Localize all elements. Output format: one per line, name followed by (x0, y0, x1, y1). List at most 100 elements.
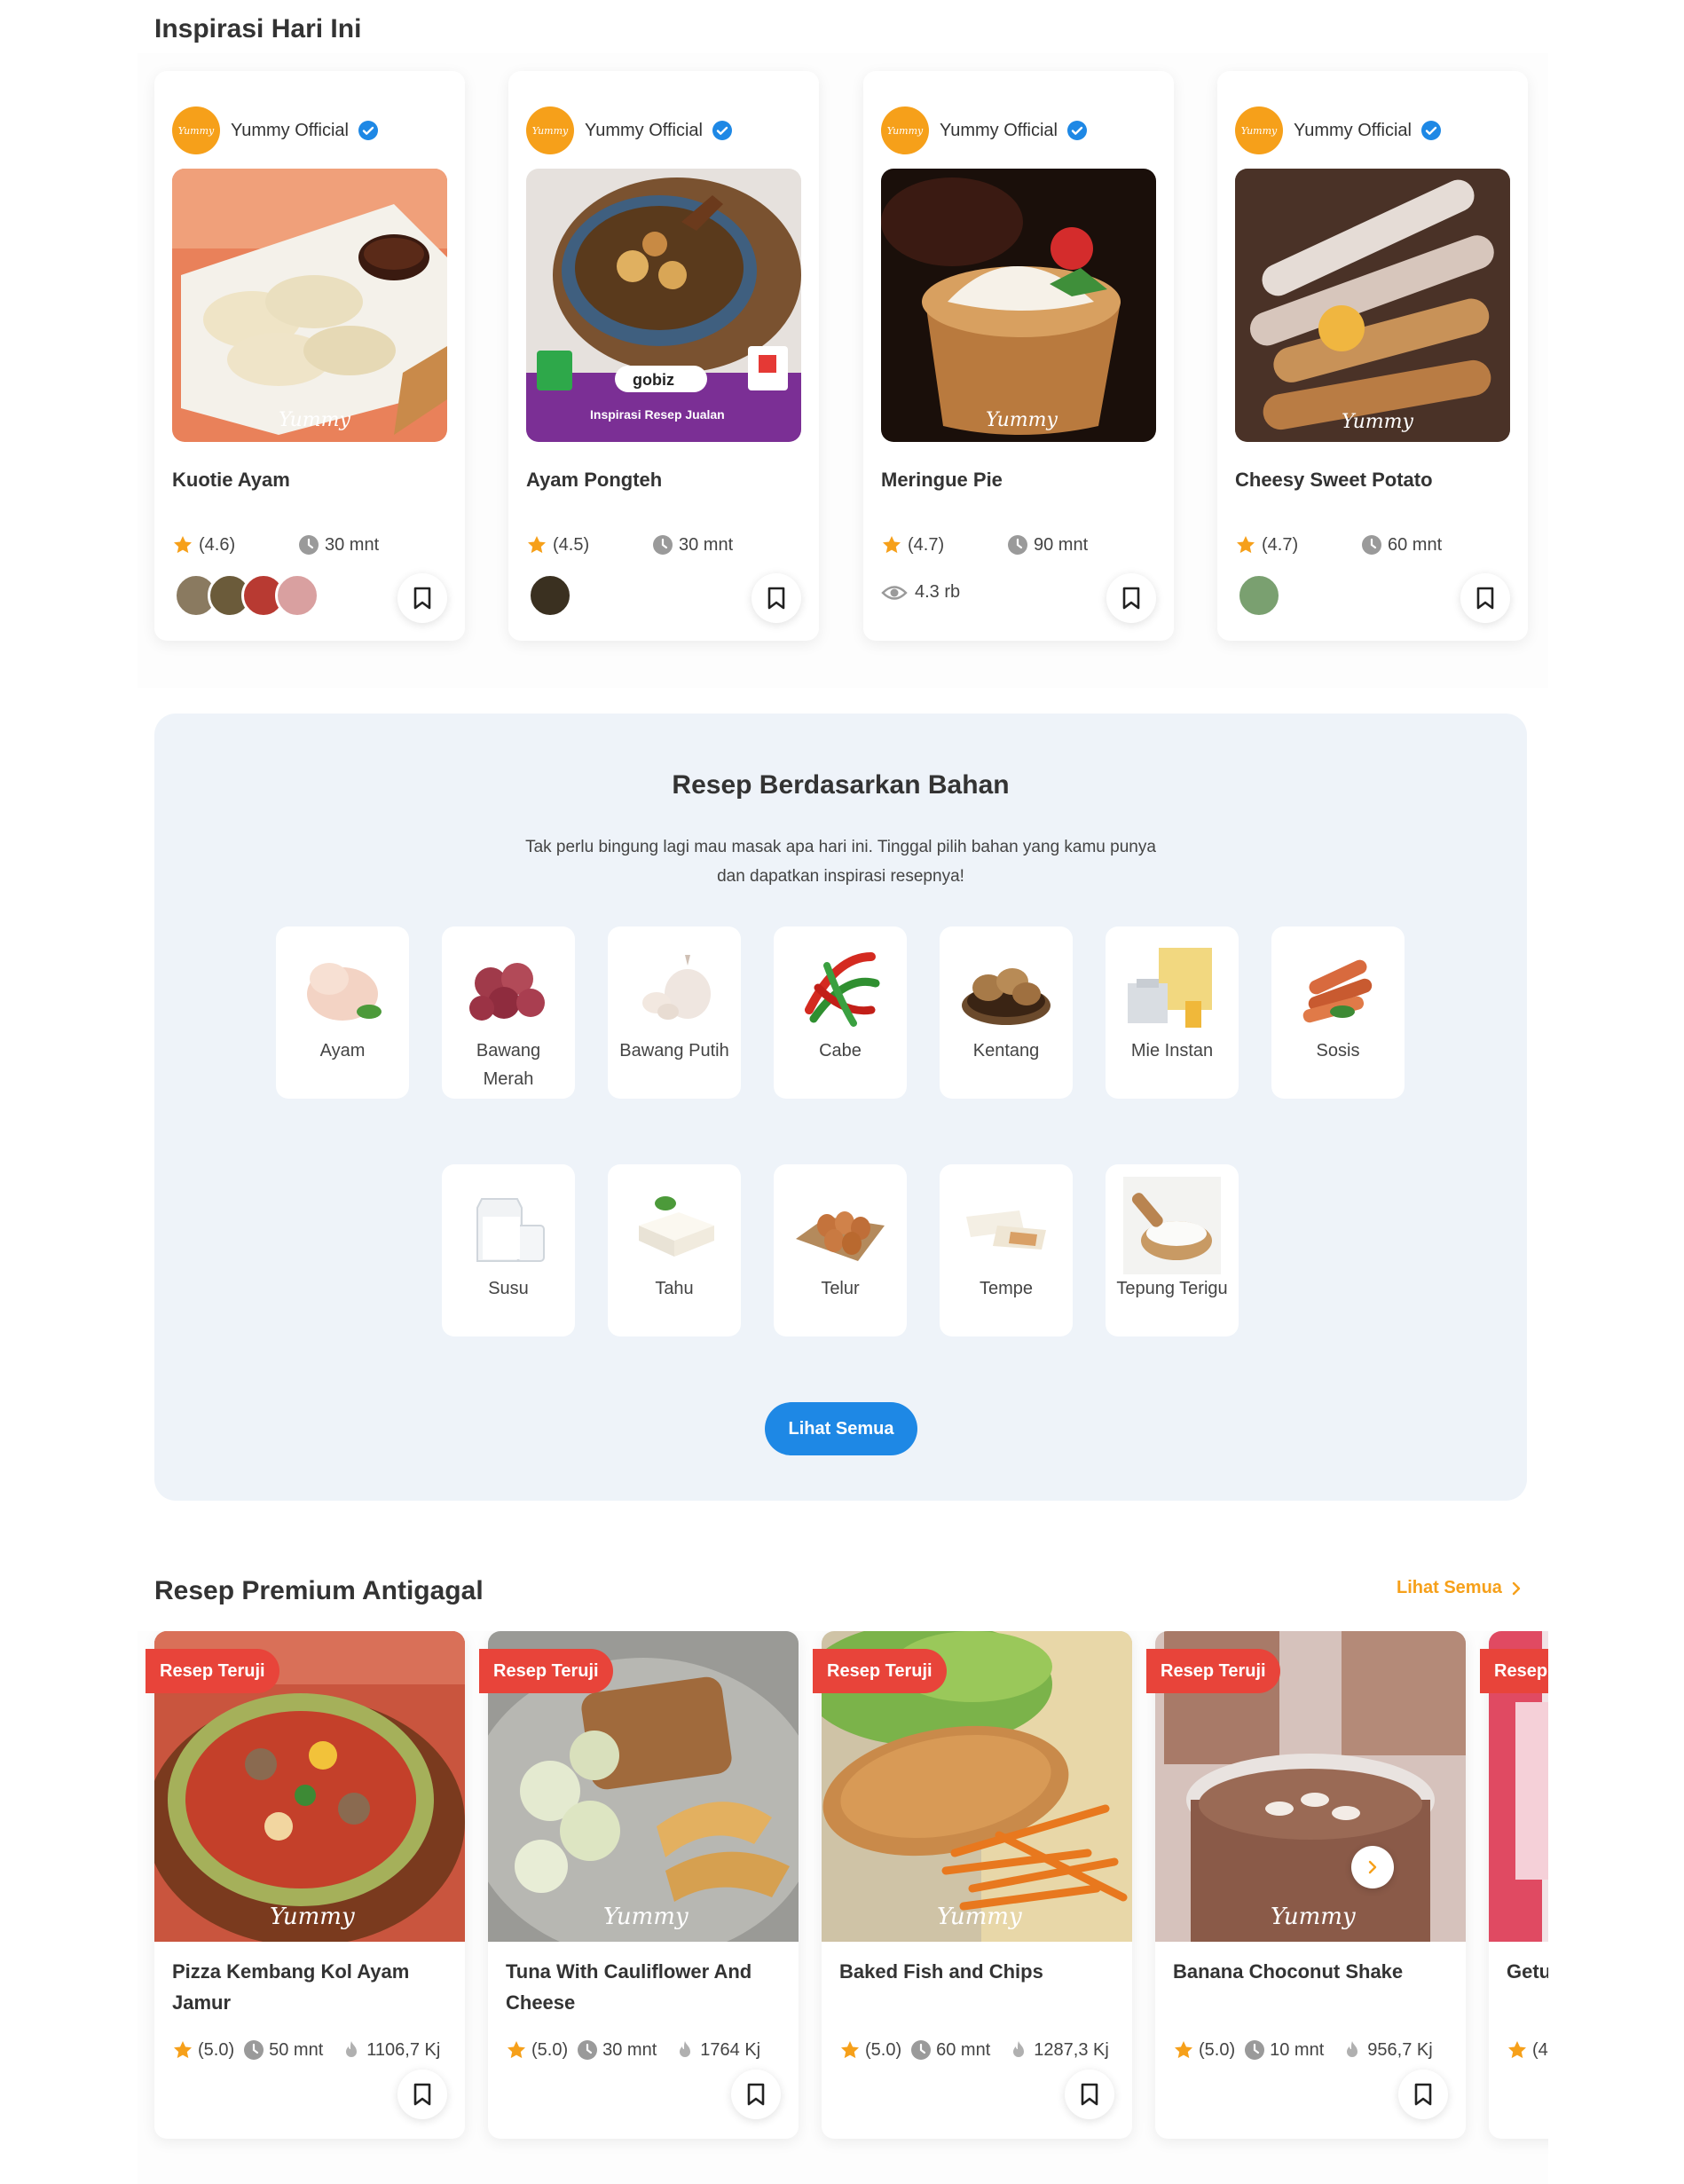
recipe-title[interactable]: Cheesy Sweet Potato (1235, 469, 1433, 492)
ingredient-bawang-putih[interactable]: Bawang Putih (608, 926, 741, 1099)
section-title-premium: Resep Premium Antigagal (154, 1576, 484, 1605)
time-value: 50 mnt (269, 2039, 324, 2060)
carousel-next-button[interactable] (1351, 1846, 1394, 1888)
recipe-title[interactable]: Banana Choconut Shake (1173, 1956, 1448, 1987)
premium-recipe-card[interactable]: Yummy Resep Teruji Banana Choconut Shake… (1146, 1631, 1466, 2139)
rating: (4.7) (881, 534, 944, 556)
recipe-photo[interactable]: Yummy (1235, 169, 1510, 442)
recipe-photo[interactable]: Yummy (881, 169, 1156, 442)
author-name[interactable]: Yummy Official (231, 121, 349, 141)
time-value: 30 mnt (602, 2039, 657, 2060)
recipe-title[interactable]: Pizza Kembang Kol Ayam Jamur (172, 1956, 447, 2018)
milk-icon (460, 1177, 557, 1274)
ingredient-telur[interactable]: Telur (774, 1164, 907, 1336)
yummy-logo-avatar: Yummy (1235, 106, 1283, 154)
ingredient-name: Mie Instan (1130, 1041, 1214, 1060)
ingredient-mie-instan[interactable]: Mie Instan (1106, 926, 1239, 1099)
bookmark-button[interactable] (1065, 2070, 1114, 2119)
logo-text: Yummy (177, 124, 215, 137)
premium-recipe-card[interactable]: Resep Teruji Getu (4 (1480, 1631, 1548, 2139)
bookmark-button[interactable] (731, 2070, 781, 2119)
see-all-premium-link[interactable]: Lihat Semua (1397, 1578, 1523, 1598)
bookmark-button[interactable] (1106, 573, 1156, 623)
bookmark-icon (1414, 2083, 1432, 2106)
bookmark-icon (1476, 587, 1494, 610)
bookmark-icon (413, 587, 431, 610)
rating-value: (4.5) (553, 534, 590, 555)
time-value: 10 mnt (1270, 2039, 1325, 2060)
flame-icon (346, 2041, 358, 2057)
author-name[interactable]: Yummy Official (1294, 121, 1412, 141)
svg-text:Yummy: Yummy (603, 1904, 689, 1930)
clock-icon (653, 535, 673, 555)
author-row[interactable]: Yummy Yummy Official (526, 106, 733, 154)
svg-text:gobiz: gobiz (633, 371, 674, 389)
chili-icon (791, 939, 889, 1037)
ingredient-tepung-terigu[interactable]: Tepung Terigu (1106, 1164, 1239, 1336)
premium-recipe-card[interactable]: Yummy Resep Teruji Baked Fish and Chips … (813, 1631, 1132, 2139)
bookmark-button[interactable] (1398, 2070, 1448, 2119)
premium-recipe-card[interactable]: Yummy Resep Teruji Pizza Kembang Kol Aya… (146, 1631, 465, 2139)
ingredient-name: Telur (821, 1279, 860, 1298)
shallot-icon (460, 939, 557, 1037)
ingredient-name: Bawang Merah (476, 1041, 541, 1089)
recipe-title[interactable]: Getu (1507, 1956, 1548, 1987)
ingredient-name: Tempe (979, 1279, 1034, 1298)
recipe-title[interactable]: Tuna With Cauliflower And Cheese (506, 1956, 781, 2018)
recipe-title[interactable]: Ayam Pongteh (526, 469, 662, 492)
ingredient-name: Sosis (1316, 1041, 1360, 1060)
author-row[interactable]: Yummy Yummy Official (1235, 106, 1442, 154)
bookmark-button[interactable] (752, 573, 801, 623)
ingredient-bawang-merah[interactable]: Bawang Merah (442, 926, 575, 1099)
recipe-card[interactable]: Yummy Yummy Official Yummy Meringue Pie … (863, 71, 1174, 641)
ingredient-ayam[interactable]: Ayam (276, 926, 409, 1099)
recipe-title[interactable]: Meringue Pie (881, 469, 1003, 492)
ingredient-name: Tahu (655, 1279, 694, 1298)
recipe-card[interactable]: Yummy Yummy Official gobiz Inspirasi Res… (508, 71, 819, 641)
ingredient-tahu[interactable]: Tahu (608, 1164, 741, 1336)
logo-text: Yummy (886, 124, 924, 137)
bookmark-icon (1081, 2083, 1098, 2106)
star-icon (1237, 536, 1255, 554)
tested-recipe-badge: Resep Teruji (146, 1649, 279, 1693)
bookmark-button[interactable] (397, 2070, 447, 2119)
cook-snap-avatars[interactable] (174, 573, 319, 618)
recipe-card[interactable]: Yummy Yummy Official Yummy Kuotie Ayam (… (154, 71, 465, 641)
star-icon (528, 536, 546, 554)
chevron-right-icon (1512, 1581, 1521, 1595)
author-row[interactable]: Yummy Yummy Official (172, 106, 379, 154)
recipe-photo[interactable]: Yummy (172, 169, 447, 442)
bookmark-icon (413, 2083, 431, 2106)
flame-icon (1013, 2041, 1025, 2057)
rating-value: (5.0) (1199, 2039, 1236, 2060)
cook-snap-avatars[interactable] (528, 573, 572, 618)
bookmark-button[interactable] (397, 573, 447, 623)
clock-icon (1362, 535, 1381, 555)
ingredient-name: Ayam (319, 1041, 366, 1060)
recipe-title[interactable]: Kuotie Ayam (172, 469, 290, 492)
svg-text:Yummy: Yummy (1342, 411, 1414, 433)
ingredient-cabe[interactable]: Cabe (774, 926, 907, 1099)
rating-value: (5.0) (198, 2039, 235, 2060)
recipe-meta: (5.0) 50 mnt 1106,7 Kj (172, 2039, 440, 2061)
flame-icon (680, 2041, 691, 2057)
recipe-photo[interactable]: gobiz Inspirasi Resep Jualan (526, 169, 801, 442)
sweet-potato-photo: Yummy (1235, 169, 1510, 442)
ingredient-sosis[interactable]: Sosis (1271, 926, 1405, 1099)
recipe-card[interactable]: Yummy Yummy Official Yummy Cheesy Sweet … (1217, 71, 1528, 641)
bookmark-button[interactable] (1460, 573, 1510, 623)
recipe-title[interactable]: Baked Fish and Chips (839, 1956, 1114, 1987)
ingredient-susu[interactable]: Susu (442, 1164, 575, 1336)
see-all-ingredients-button[interactable]: Lihat Semua (765, 1402, 917, 1455)
ingredient-name: Susu (488, 1279, 529, 1298)
verified-badge-icon (712, 121, 732, 140)
ingredient-kentang[interactable]: Kentang (940, 926, 1073, 1099)
author-name[interactable]: Yummy Official (585, 121, 703, 141)
cook-snap-avatars[interactable] (1237, 573, 1281, 618)
author-row[interactable]: Yummy Yummy Official (881, 106, 1088, 154)
section-title-inspirasi: Inspirasi Hari Ini (154, 14, 362, 43)
author-name[interactable]: Yummy Official (940, 121, 1058, 141)
rating: (4.6) (172, 534, 235, 556)
ingredient-tempe[interactable]: Tempe (940, 1164, 1073, 1336)
premium-recipe-card[interactable]: Yummy Resep Teruji Tuna With Cauliflower… (479, 1631, 799, 2139)
